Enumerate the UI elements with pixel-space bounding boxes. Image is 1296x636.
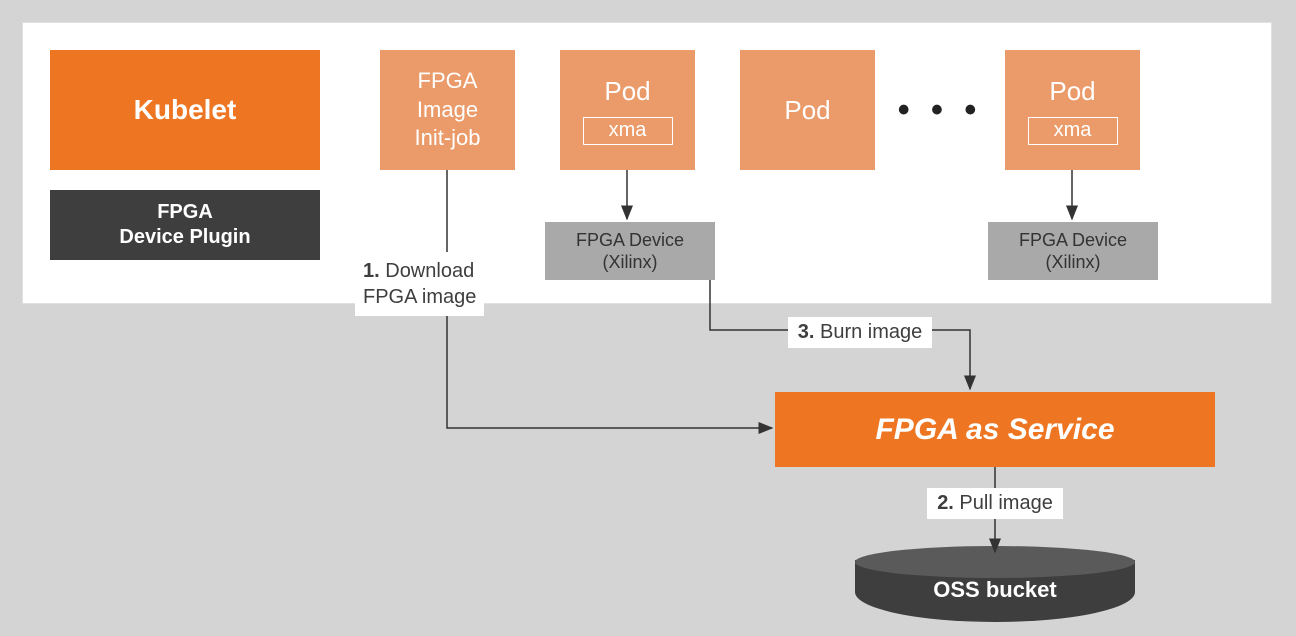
device-plugin-line2: Device Plugin: [119, 225, 250, 250]
kubelet-label: Kubelet: [134, 94, 237, 126]
pod-3-label: Pod: [1049, 76, 1095, 107]
pod-1-label: Pod: [604, 76, 650, 107]
device-plugin-box: FPGA Device Plugin: [50, 190, 320, 260]
init-job-line1: FPGA: [414, 67, 480, 96]
fpga-device-1-line2: (Xilinx): [576, 251, 684, 274]
faas-label: FPGA as Service: [875, 413, 1114, 447]
fpga-device-1-line1: FPGA Device: [576, 229, 684, 252]
kubelet-box: Kubelet: [50, 50, 320, 170]
fpga-device-2-box: FPGA Device (Xilinx): [988, 222, 1158, 280]
init-job-line2: Image: [414, 96, 480, 125]
ellipsis-dots: • • •: [895, 95, 985, 125]
pod-1-box: Pod xma: [560, 50, 695, 170]
step-3-label: 3. Burn image: [770, 315, 950, 349]
diagram-stage: Kubelet FPGA Device Plugin FPGA Image In…: [0, 0, 1296, 636]
step-2-label: 2. Pull image: [910, 486, 1080, 520]
pod-3-box: Pod xma: [1005, 50, 1140, 170]
faas-box: FPGA as Service: [775, 392, 1215, 467]
fpga-device-2-line2: (Xilinx): [1019, 251, 1127, 274]
oss-bucket-label: OSS bucket: [855, 572, 1135, 608]
pod-1-xma: xma: [583, 117, 673, 145]
init-job-box: FPGA Image Init-job: [380, 50, 515, 170]
pod-2-box: Pod: [740, 50, 875, 170]
pod-2-label: Pod: [784, 95, 830, 126]
step-1-label: 1. Download FPGA image: [355, 252, 525, 312]
pod-3-xma: xma: [1028, 117, 1118, 145]
init-job-line3: Init-job: [414, 124, 480, 153]
fpga-device-2-line1: FPGA Device: [1019, 229, 1127, 252]
device-plugin-line1: FPGA: [119, 200, 250, 225]
fpga-device-1-box: FPGA Device (Xilinx): [545, 222, 715, 280]
